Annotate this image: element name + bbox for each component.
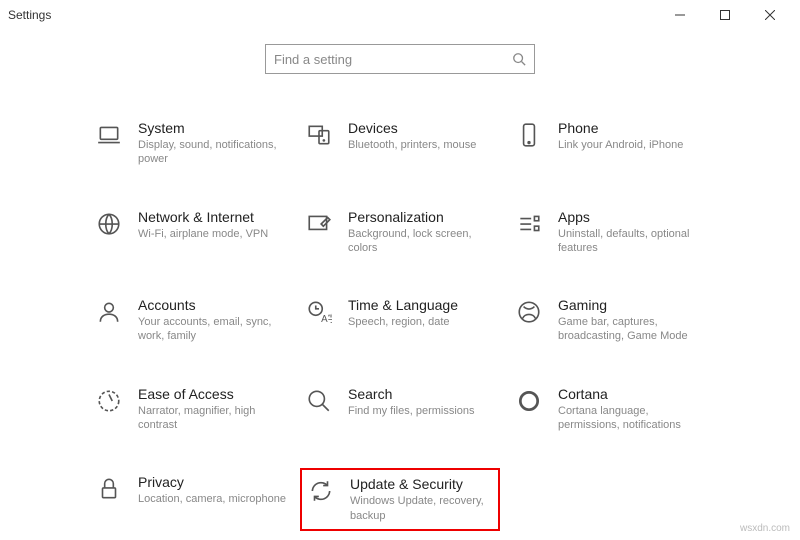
tile-time-language[interactable]: A字 Time & Language Speech, region, date xyxy=(300,291,500,350)
tile-desc: Location, camera, microphone xyxy=(138,492,286,506)
tile-apps[interactable]: Apps Uninstall, defaults, optional featu… xyxy=(510,203,710,262)
tile-title: Network & Internet xyxy=(138,209,286,225)
xbox-icon xyxy=(514,297,544,327)
globe-icon xyxy=(94,209,124,239)
tile-title: Apps xyxy=(558,209,706,225)
window-title: Settings xyxy=(8,8,51,22)
tile-cortana[interactable]: Cortana Cortana language, permissions, n… xyxy=(510,380,710,439)
tile-ease-of-access[interactable]: Ease of Access Narrator, magnifier, high… xyxy=(90,380,290,439)
titlebar: Settings xyxy=(0,0,800,30)
search-box[interactable] xyxy=(265,44,535,74)
tile-desc: Bluetooth, printers, mouse xyxy=(348,138,496,152)
tile-desc: Display, sound, notifications, power xyxy=(138,138,286,167)
tile-title: Ease of Access xyxy=(138,386,286,402)
tile-desc: Background, lock screen, colors xyxy=(348,227,496,256)
tile-title: Gaming xyxy=(558,297,706,313)
tile-title: Update & Security xyxy=(350,476,494,492)
tile-desc: Your accounts, email, sync, work, family xyxy=(138,315,286,344)
phone-icon xyxy=(514,120,544,150)
tile-desc: Uninstall, defaults, optional features xyxy=(558,227,706,256)
tile-desc: Game bar, captures, broadcasting, Game M… xyxy=(558,315,706,344)
search-row xyxy=(0,30,800,94)
tile-title: Phone xyxy=(558,120,706,136)
refresh-icon xyxy=(306,476,336,506)
tile-title: Cortana xyxy=(558,386,706,402)
tile-update-security[interactable]: Update & Security Windows Update, recove… xyxy=(300,468,500,531)
tile-desc: Windows Update, recovery, backup xyxy=(350,494,494,523)
settings-grid: System Display, sound, notifications, po… xyxy=(90,114,710,531)
tile-title: Personalization xyxy=(348,209,496,225)
search-large-icon xyxy=(304,386,334,416)
search-icon xyxy=(512,52,526,66)
devices-icon xyxy=(304,120,334,150)
tile-title: Time & Language xyxy=(348,297,496,313)
tile-network[interactable]: Network & Internet Wi-Fi, airplane mode,… xyxy=(90,203,290,262)
tile-desc: Narrator, magnifier, high contrast xyxy=(138,404,286,433)
minimize-button[interactable] xyxy=(657,0,702,30)
maximize-icon xyxy=(720,10,730,20)
tile-gaming[interactable]: Gaming Game bar, captures, broadcasting,… xyxy=(510,291,710,350)
cortana-icon xyxy=(514,386,544,416)
tile-desc: Speech, region, date xyxy=(348,315,496,329)
close-icon xyxy=(765,10,775,20)
tile-title: Devices xyxy=(348,120,496,136)
tile-desc: Find my files, permissions xyxy=(348,404,496,418)
tile-desc: Wi-Fi, airplane mode, VPN xyxy=(138,227,286,241)
attribution-text: wsxdn.com xyxy=(740,523,790,534)
tile-system[interactable]: System Display, sound, notifications, po… xyxy=(90,114,290,173)
maximize-button[interactable] xyxy=(702,0,747,30)
tile-personalization[interactable]: Personalization Background, lock screen,… xyxy=(300,203,500,262)
close-button[interactable] xyxy=(747,0,792,30)
svg-text:A字: A字 xyxy=(321,312,332,325)
lock-icon xyxy=(94,474,124,504)
search-input[interactable] xyxy=(274,52,512,67)
tile-phone[interactable]: Phone Link your Android, iPhone xyxy=(510,114,710,173)
tile-devices[interactable]: Devices Bluetooth, printers, mouse xyxy=(300,114,500,173)
tile-privacy[interactable]: Privacy Location, camera, microphone xyxy=(90,468,290,531)
apps-icon xyxy=(514,209,544,239)
tile-desc: Link your Android, iPhone xyxy=(558,138,706,152)
tile-search[interactable]: Search Find my files, permissions xyxy=(300,380,500,439)
tile-accounts[interactable]: Accounts Your accounts, email, sync, wor… xyxy=(90,291,290,350)
tile-title: System xyxy=(138,120,286,136)
laptop-icon xyxy=(94,120,124,150)
pen-icon xyxy=(304,209,334,239)
tile-title: Accounts xyxy=(138,297,286,313)
minimize-icon xyxy=(675,10,685,20)
tile-title: Privacy xyxy=(138,474,286,490)
ease-icon xyxy=(94,386,124,416)
tile-title: Search xyxy=(348,386,496,402)
time-language-icon: A字 xyxy=(304,297,334,327)
person-icon xyxy=(94,297,124,327)
tile-desc: Cortana language, permissions, notificat… xyxy=(558,404,706,433)
